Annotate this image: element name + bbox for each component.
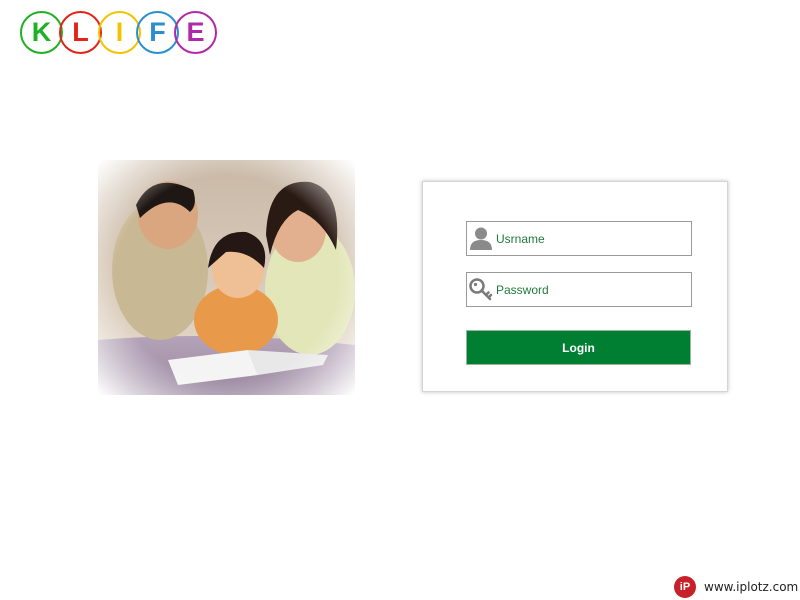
user-icon [470, 227, 492, 250]
iplotz-badge-icon: iP [674, 576, 696, 598]
family-photo [98, 160, 355, 395]
login-page: K L I F E Usrname Login iP www.iplotz.co… [0, 0, 800, 600]
username-input[interactable] [496, 222, 686, 255]
logo-letter-i: I [98, 11, 141, 54]
logo-letter-l: L [59, 11, 102, 54]
logo-letter-k: K [20, 11, 63, 54]
login-button[interactable]: Login [466, 330, 691, 365]
username-field[interactable] [466, 221, 692, 256]
password-input[interactable] [496, 273, 686, 306]
watermark-text: www.iplotz.com [704, 580, 799, 594]
logo-letter-e: E [174, 11, 217, 54]
klife-logo: K L I F E [20, 11, 220, 59]
logo-letter-f: F [136, 11, 179, 54]
login-card: Login [422, 181, 728, 392]
iplotz-watermark: iP www.iplotz.com [674, 576, 798, 598]
key-icon [469, 278, 493, 301]
password-field[interactable] [466, 272, 692, 307]
